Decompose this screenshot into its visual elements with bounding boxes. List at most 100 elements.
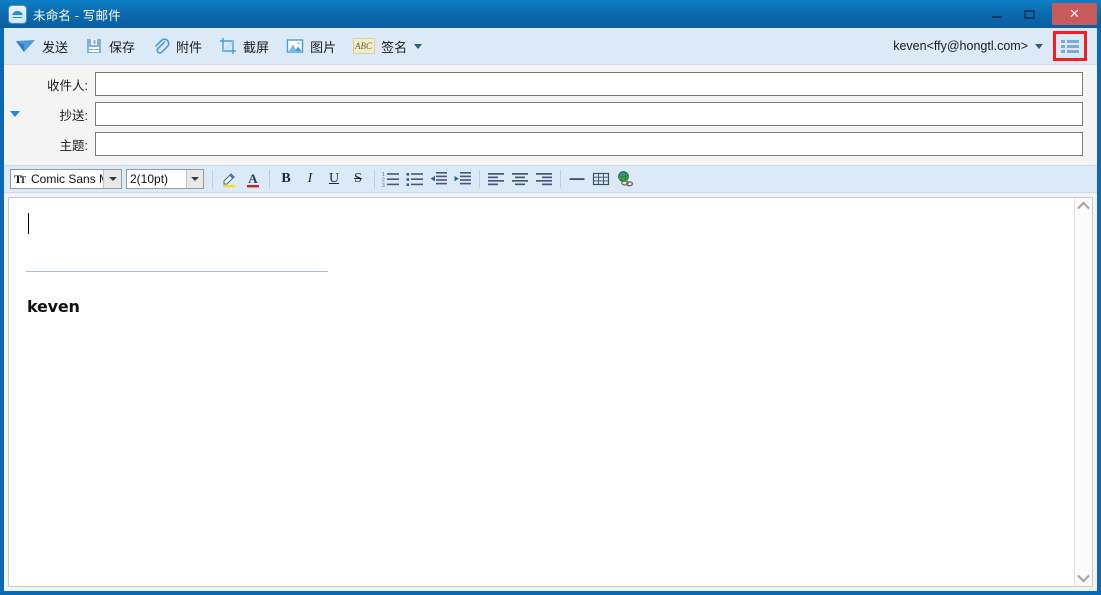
- save-button[interactable]: 保存: [78, 32, 142, 60]
- main-toolbar: 发送 保存 附件 截屏 图片 ABC 签名 keven<ffy@hongtl.c…: [4, 28, 1097, 65]
- hamburger-menu-button[interactable]: [1053, 31, 1087, 61]
- cc-expander-button[interactable]: [4, 111, 26, 117]
- maximize-button[interactable]: [1013, 0, 1046, 28]
- subject-input[interactable]: [95, 132, 1083, 156]
- save-floppy-icon: [87, 39, 102, 53]
- decrease-indent-icon: [430, 172, 447, 185]
- separator: [479, 170, 480, 188]
- underline-icon: U: [328, 171, 340, 186]
- insert-hyperlink-button[interactable]: [614, 168, 636, 190]
- signature-divider: [26, 271, 328, 272]
- align-right-icon: [536, 173, 552, 186]
- vertical-scrollbar[interactable]: [1074, 198, 1092, 586]
- bulleted-list-button[interactable]: [404, 168, 426, 190]
- cc-label: 抄送:: [59, 108, 88, 123]
- cc-row: 抄送:: [4, 101, 1097, 127]
- header-fields: 收件人: 抄送: 主题:: [4, 65, 1097, 165]
- account-address[interactable]: keven<ffy@hongtl.com>: [893, 39, 1028, 53]
- account-area: keven<ffy@hongtl.com>: [893, 31, 1097, 61]
- align-right-button[interactable]: [533, 168, 555, 190]
- minimize-button[interactable]: [980, 0, 1013, 28]
- attachment-label: 附件: [176, 39, 203, 55]
- message-body-area: keven: [8, 197, 1093, 587]
- format-toolbar: T T Comic Sans M 2(10pt) A B I U S 1 2 3: [4, 165, 1097, 193]
- image-button[interactable]: 图片: [279, 32, 343, 60]
- attachment-button[interactable]: 附件: [145, 32, 209, 60]
- compose-mail-window: 未命名 - 写邮件 ✕ 发送 保存 附件 截屏 图片 ABC 签名 keven<…: [0, 0, 1101, 595]
- account-chevron-down-icon[interactable]: [1035, 43, 1043, 49]
- insert-table-button[interactable]: [590, 168, 612, 190]
- font-family-chevron-down-icon[interactable]: [103, 170, 121, 188]
- text-caret: [28, 213, 29, 234]
- subject-label: 主题:: [59, 138, 88, 153]
- screenshot-label: 截屏: [243, 39, 270, 55]
- svg-text:T: T: [20, 175, 26, 185]
- signature-label: 签名: [381, 39, 408, 55]
- highlight-color-button[interactable]: [218, 168, 240, 190]
- signature-abc-icon: ABC: [353, 38, 376, 54]
- signature-dropdown-icon[interactable]: [414, 43, 423, 49]
- italic-button[interactable]: I: [299, 168, 321, 190]
- message-body-editor[interactable]: keven: [9, 198, 1074, 586]
- title-bar: 未命名 - 写邮件 ✕: [0, 0, 1101, 28]
- insert-hyperlink-icon: [618, 171, 634, 187]
- highlight-pen-icon: [223, 173, 235, 188]
- bold-icon: B: [281, 171, 291, 186]
- increase-indent-button[interactable]: [452, 168, 474, 190]
- to-input[interactable]: [95, 72, 1083, 96]
- font-family-value: Comic Sans M: [31, 172, 104, 186]
- numbered-list-icon: 1 2 3: [382, 172, 399, 188]
- separator: [212, 170, 213, 188]
- align-left-button[interactable]: [485, 168, 507, 190]
- subject-row: 主题:: [4, 131, 1097, 157]
- font-family-select[interactable]: T T Comic Sans M: [10, 169, 122, 189]
- bold-button[interactable]: B: [275, 168, 297, 190]
- font-size-chevron-down-icon[interactable]: [185, 170, 203, 188]
- separator: [374, 170, 375, 188]
- underline-button[interactable]: U: [323, 168, 345, 190]
- strikethrough-button[interactable]: S: [347, 168, 369, 190]
- window-title: 未命名 - 写邮件: [33, 8, 121, 23]
- horizontal-rule-icon: [569, 178, 585, 180]
- bulleted-list-icon: [406, 173, 423, 186]
- signature-text: keven: [27, 297, 80, 316]
- font-color-button[interactable]: A: [242, 168, 264, 190]
- svg-text:A: A: [248, 171, 258, 186]
- decrease-indent-button[interactable]: [428, 168, 450, 190]
- font-tt-icon: T T: [14, 172, 26, 186]
- chevron-up-icon: [1077, 201, 1090, 215]
- triangle-down-icon: [10, 111, 20, 117]
- minimize-icon: [991, 16, 1002, 18]
- to-row: 收件人:: [4, 71, 1097, 97]
- align-center-button[interactable]: [509, 168, 531, 190]
- close-button[interactable]: ✕: [1052, 3, 1097, 25]
- image-label: 图片: [310, 39, 337, 55]
- chevron-down-icon: [1077, 569, 1090, 583]
- align-left-icon: [488, 173, 504, 186]
- italic-icon: I: [307, 171, 313, 186]
- window-controls: ✕: [980, 0, 1101, 28]
- send-paper-plane-icon: [16, 40, 35, 52]
- signature-button[interactable]: ABC 签名: [346, 32, 429, 60]
- horizontal-rule-button[interactable]: [566, 168, 588, 190]
- increase-indent-icon: [454, 172, 471, 185]
- insert-table-icon: [592, 172, 610, 186]
- hamburger-list-icon: [1061, 38, 1079, 55]
- image-picture-icon: [286, 39, 304, 53]
- svg-text:3: 3: [382, 183, 385, 188]
- numbered-list-button[interactable]: 1 2 3: [380, 168, 402, 190]
- send-label: 发送: [42, 39, 69, 55]
- font-size-select[interactable]: 2(10pt): [126, 169, 204, 189]
- separator: [560, 170, 561, 188]
- save-label: 保存: [109, 39, 136, 55]
- cc-input[interactable]: [95, 102, 1083, 126]
- attachment-paperclip-icon: [155, 38, 170, 54]
- font-family-value-wrap: T T Comic Sans M: [11, 172, 103, 186]
- separator: [269, 170, 270, 188]
- screenshot-button[interactable]: 截屏: [212, 32, 276, 60]
- scroll-down-button[interactable]: [1075, 569, 1092, 586]
- scroll-up-button[interactable]: [1075, 198, 1092, 215]
- send-button[interactable]: 发送: [7, 32, 75, 60]
- to-label: 收件人:: [47, 78, 88, 93]
- screenshot-crop-icon: [220, 38, 237, 54]
